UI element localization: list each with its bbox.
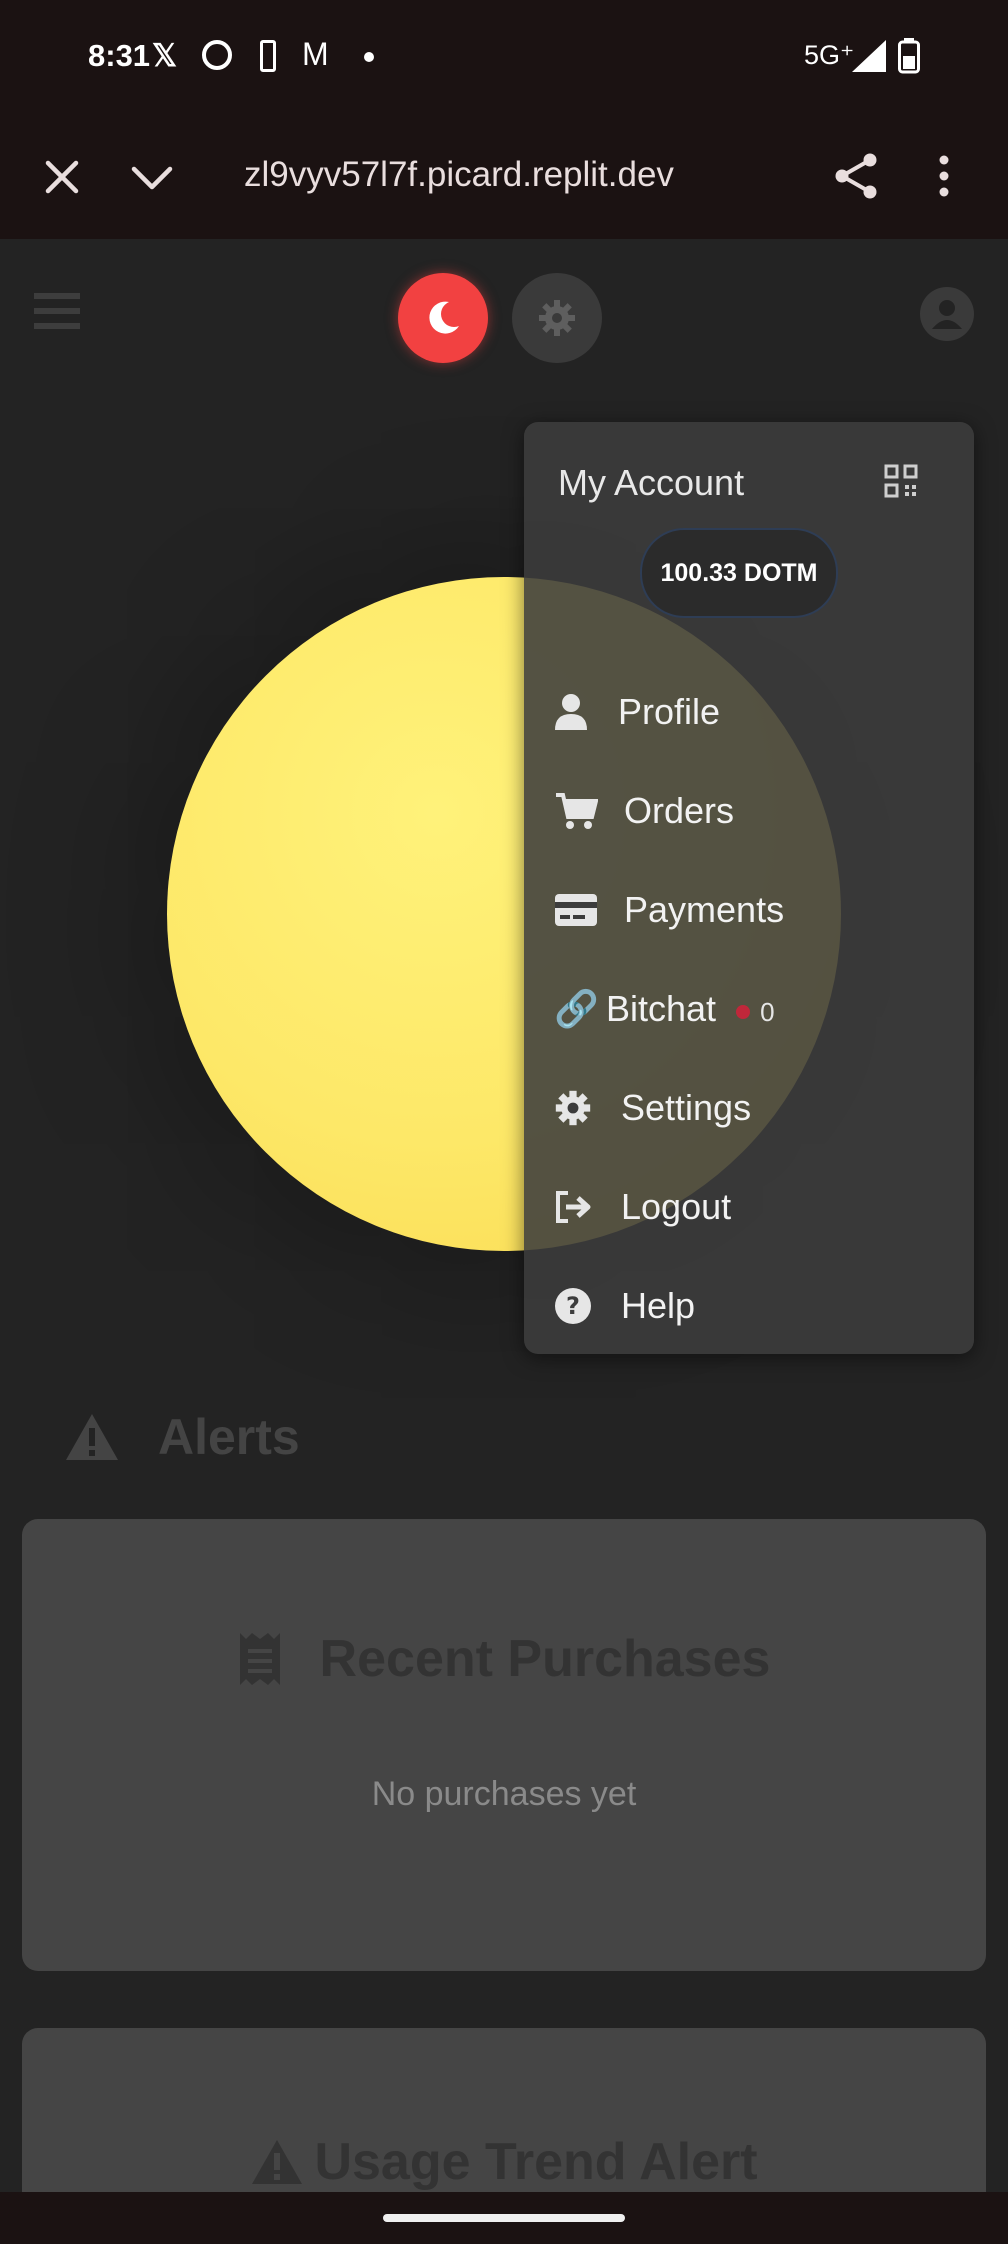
menu-item-label: Logout: [621, 1186, 732, 1227]
menu-item-profile[interactable]: Profile: [524, 672, 974, 752]
account-dropdown-menu: My Account 100.33 DOTM Profile Orders Pa…: [524, 422, 974, 1354]
menu-item-label: Payments: [624, 889, 785, 930]
battery-icon: [898, 38, 920, 74]
qr-code-icon[interactable]: [884, 464, 918, 498]
recent-purchases-card: Recent Purchases No purchases yet: [22, 1519, 986, 1971]
nba-icon: [260, 40, 276, 72]
cart-icon: [556, 793, 598, 829]
close-icon[interactable]: [44, 159, 80, 195]
dot-icon: [364, 52, 374, 62]
alerts-title: Alerts: [158, 1409, 300, 1465]
more-vert-icon[interactable]: [936, 154, 952, 198]
user-icon: [555, 694, 587, 730]
receipt-icon: [239, 1633, 280, 1685]
menu-item-label: Bitchat: [606, 988, 717, 1029]
link-icon: 🔗: [554, 988, 599, 1029]
x-icon: 𝕏: [152, 38, 177, 73]
home-gesture-pill[interactable]: [383, 2214, 625, 2222]
svg-text:?: ?: [566, 1292, 580, 1320]
bitchat-badge-count: 0: [760, 996, 775, 1027]
url-field[interactable]: zl9vyv57l7f.picard.replit.dev: [244, 155, 674, 195]
menu-item-label: Profile: [618, 691, 721, 732]
spiral-icon: [202, 40, 232, 70]
menu-item-payments[interactable]: Payments: [524, 870, 974, 950]
avatar[interactable]: [920, 287, 974, 341]
share-icon[interactable]: [832, 152, 880, 200]
recent-purchases-title: Recent Purchases: [319, 1630, 771, 1688]
menu-item-label: Settings: [621, 1087, 752, 1128]
balance-badge: 100.33 DOTM: [640, 528, 838, 618]
network-label: 5G⁺: [804, 40, 855, 70]
person-icon: [932, 300, 962, 329]
gear-icon: [555, 1090, 591, 1126]
moon-icon: [429, 301, 459, 334]
chevron-down-icon[interactable]: [130, 165, 174, 191]
light-mode-button[interactable]: [512, 273, 602, 363]
menu-item-label: Help: [621, 1285, 696, 1326]
menu-item-bitchat[interactable]: 🔗 Bitchat 0: [524, 969, 974, 1049]
gear-icon: [539, 300, 575, 336]
menu-title: My Account: [558, 462, 745, 503]
alerts-header: Alerts: [64, 1408, 300, 1466]
dark-mode-button[interactable]: [398, 273, 488, 363]
app-header: [0, 239, 1008, 389]
credit-card-icon: [555, 894, 597, 926]
menu-item-help[interactable]: ? Help: [524, 1266, 974, 1346]
gmail-icon: M: [302, 36, 329, 72]
menu-item-logout[interactable]: Logout: [524, 1167, 974, 1247]
menu-item-label: Orders: [624, 790, 735, 831]
warning-icon: [252, 2140, 303, 2184]
menu-item-orders[interactable]: Orders: [524, 771, 974, 851]
recent-purchases-header: Recent Purchases: [22, 1629, 986, 1689]
notification-dot: [736, 1005, 751, 1019]
signal-icon: [852, 40, 886, 72]
usage-trend-header: Usage Trend Alert: [22, 2132, 986, 2192]
usage-trend-title: Usage Trend Alert: [314, 2133, 758, 2191]
status-time: 8:31: [88, 38, 151, 73]
hamburger-menu-icon[interactable]: [34, 291, 80, 331]
warning-icon: [66, 1414, 118, 1460]
logout-icon: [556, 1191, 591, 1223]
menu-item-settings[interactable]: Settings: [524, 1068, 974, 1148]
status-bar: 8:31 𝕏 M 5G⁺: [0, 0, 1008, 115]
help-icon: ?: [555, 1288, 591, 1324]
empty-purchases-text: No purchases yet: [371, 1775, 637, 1813]
